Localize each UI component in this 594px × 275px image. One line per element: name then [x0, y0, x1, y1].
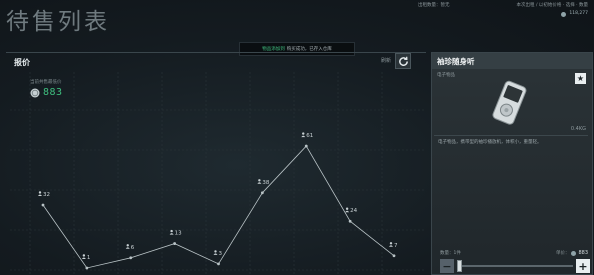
favorite-button[interactable]: ★	[575, 73, 586, 84]
coin-icon	[30, 88, 40, 97]
quantity-slider-thumb[interactable]	[457, 260, 462, 272]
unit-price-value: 883	[578, 250, 588, 256]
item-description: 电子物品，携带型的袖珍播放机，体积小，重量轻。	[438, 140, 542, 145]
current-price-value: 883	[43, 87, 63, 98]
top-info-right: 本次出租 / 以初始价格 · 选择 · 数量	[516, 3, 588, 8]
decrease-quantity-button[interactable]: −	[440, 259, 454, 273]
increase-quantity-button[interactable]: +	[576, 259, 590, 273]
item-card: 袖珍随身听 电子物品 ★ 0.4KG 电子物品，携带型的袖珍播放机，体积小，重量…	[431, 52, 593, 275]
minus-icon: −	[442, 259, 452, 273]
currency-value: 118,277	[569, 11, 588, 16]
refresh-button[interactable]	[395, 53, 411, 69]
item-weight: 0.4KG	[570, 126, 586, 132]
divider	[434, 135, 588, 136]
price-panel-title: 报价	[14, 58, 30, 67]
coin-icon	[561, 11, 567, 17]
page-title: 待售列表	[6, 9, 110, 35]
plus-icon: +	[578, 259, 588, 273]
current-price: 883	[30, 87, 63, 98]
quantity-stepper: − +	[440, 259, 590, 273]
top-info-left: 出租数量：暂无	[418, 3, 450, 8]
price-panel	[6, 52, 426, 275]
unit-price: 单价： 883	[556, 250, 588, 256]
item-name: 袖珍随身听	[432, 53, 592, 69]
star-icon: ★	[576, 74, 585, 83]
purchase-info: 数量：1件 单价： 883	[440, 250, 588, 256]
unit-price-label: 单价：	[555, 251, 570, 256]
quantity-slider[interactable]	[457, 260, 573, 272]
item-category: 电子物品	[437, 73, 455, 78]
walkman-image	[492, 80, 527, 125]
top-info: 出租数量：暂无 本次出租 / 以初始价格 · 选择 · 数量 118,277	[418, 2, 588, 18]
refresh-label: 刷新	[381, 58, 392, 64]
refresh-icon	[398, 56, 408, 66]
coin-icon	[571, 250, 577, 256]
quantity-label: 数量：1件	[440, 251, 461, 256]
current-price-label: 当前共售最低价	[30, 80, 62, 85]
